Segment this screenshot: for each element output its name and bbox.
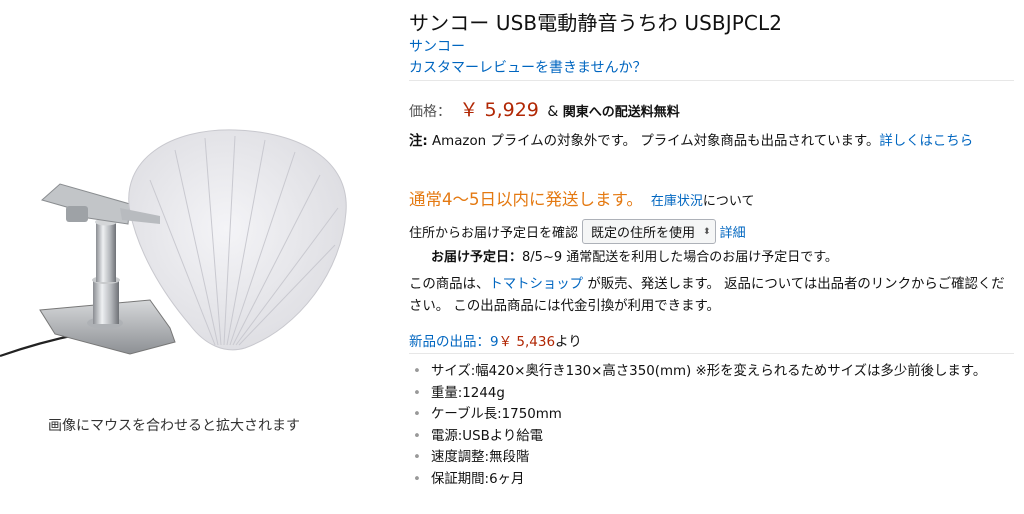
address-details-link[interactable]: 詳細 — [720, 222, 746, 241]
address-select-value: 既定の住所を使用 — [591, 226, 696, 241]
divider — [409, 353, 1014, 354]
stock-after-text: について — [702, 194, 755, 209]
offers-suffix: より — [555, 334, 582, 350]
feature-item: • 保証期間:6ヶ月 — [409, 469, 1014, 491]
price-row: 価格： ￥ 5,929 & 関東への配送料無料 — [409, 95, 680, 122]
shipping-info: 関東への配送料無料 — [562, 105, 680, 120]
new-offers-link[interactable]: 新品の出品：9 — [409, 334, 499, 350]
image-zoom-hint: 画像にマウスを合わせると拡大されます — [48, 418, 300, 434]
price-amount: ￥ 5,929 — [459, 99, 539, 121]
divider — [409, 80, 1014, 81]
address-prefix: 住所からお届け予定日を確認 — [409, 226, 579, 241]
bullet-icon: • — [413, 407, 421, 422]
delivery-row: お届け予定日：8/5~9 通常配送を利用した場合のお届け予定日です。 — [431, 246, 838, 265]
feature-list: • サイズ:幅420×奥行き130×高さ350(mm) ※形を変えられるためサイズ… — [409, 361, 1014, 490]
address-select[interactable]: 既定の住所を使用 ⬍ — [582, 219, 716, 244]
feature-item: • 速度調整:無段階 — [409, 447, 1014, 469]
delivery-label: お届け予定日： — [431, 250, 523, 265]
bullet-icon: • — [413, 385, 421, 401]
image-pane: 画像にマウスを合わせると拡大されます — [0, 0, 395, 514]
stand-pole-lower — [93, 280, 119, 324]
feature-item: • 電源:USBより給電 — [409, 426, 1014, 448]
feature-item: • サイズ:幅420×奥行き130×高さ350(mm) ※形を変えられるためサイズ… — [409, 361, 1014, 383]
bullet-icon: • — [413, 364, 421, 379]
stock-status-link[interactable]: 在庫状況 — [651, 194, 703, 209]
note-label: 注: — [409, 134, 428, 149]
note-text: Amazon プライムの対象外です。 プライム対象商品も出品されています。 — [427, 134, 880, 149]
product-title: サンコー USB電動静音うちわ USBJPCL2 — [409, 11, 783, 35]
bullet-icon: • — [413, 471, 421, 487]
prime-note: 注: Amazon プライムの対象外です。 プライム対象商品も出品されています。… — [409, 131, 1014, 153]
details-link[interactable]: 詳しくはこちら — [879, 134, 973, 149]
price-label: 価格： — [409, 104, 451, 120]
seller-prefix: この商品は、 — [409, 277, 490, 292]
stock-status: 通常4～5日以内に発送します。 — [409, 190, 643, 209]
write-review-link[interactable]: カスタマーレビューを書きませんか？ — [409, 57, 647, 77]
product-image[interactable] — [0, 120, 395, 370]
address-row: 住所からお届け予定日を確認 既定の住所を使用 ⬍ 詳細 — [409, 219, 746, 244]
feature-item: • ケーブル長:1750mm — [409, 404, 1014, 426]
delivery-text: 8/5~9 通常配送を利用した場合のお届け予定日です。 — [522, 250, 838, 265]
stock-row: 通常4～5日以内に発送します。 在庫状況について — [409, 186, 755, 210]
seller-link[interactable]: トマトショップ — [489, 277, 583, 292]
feature-item: • 重量:1244g — [409, 383, 1014, 405]
brand-link[interactable]: サンコー — [409, 36, 465, 56]
bullet-icon: • — [413, 450, 421, 465]
select-arrows-icon: ⬍ — [703, 226, 711, 237]
seller-info: この商品は、トマトショップ が販売、発送します。 返品については出品者のリンクか… — [409, 274, 1014, 318]
offers-price: ￥ 5,436 — [498, 334, 556, 350]
stand-pole-upper — [96, 222, 116, 282]
price-amp: & — [547, 104, 559, 120]
bullet-icon: • — [413, 428, 421, 444]
new-offers[interactable]: 新品の出品：9￥ 5,436より — [409, 330, 582, 350]
